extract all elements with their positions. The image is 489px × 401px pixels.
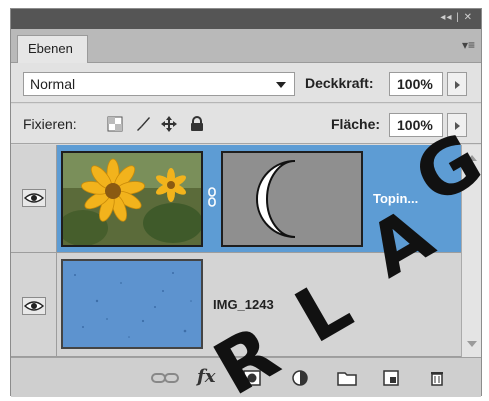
opacity-label: Deckkraft:	[305, 75, 374, 91]
lock-row: Fixieren: Fläche: 100%	[11, 104, 481, 144]
lock-position-icon[interactable]	[161, 116, 177, 132]
visibility-toggle[interactable]	[22, 297, 46, 315]
lock-image-pixels-icon[interactable]	[135, 116, 151, 132]
lock-label: Fixieren:	[23, 116, 77, 132]
scroll-down-icon[interactable]	[467, 341, 477, 347]
eye-icon	[23, 193, 45, 203]
opacity-input[interactable]: 100%	[389, 72, 443, 96]
visibility-cell	[11, 145, 57, 252]
titlebar-controls[interactable]: ◂◂ | ✕	[440, 12, 473, 23]
tab-ebenen[interactable]: Ebenen	[17, 35, 88, 63]
adjustment-icon[interactable]	[291, 370, 309, 386]
link-chain-icon[interactable]	[206, 187, 218, 207]
folder-icon[interactable]	[337, 370, 357, 386]
panel-menu-icon[interactable]: ▾≡	[462, 38, 475, 52]
blend-row: Normal Deckkraft: 100%	[11, 63, 481, 103]
eye-icon	[23, 301, 45, 311]
crescent-mask-image	[256, 160, 296, 238]
opacity-dropdown-button[interactable]	[447, 72, 467, 96]
blend-mode-select[interactable]: Normal	[23, 72, 295, 96]
link-icon[interactable]	[151, 370, 179, 386]
lock-all-icon[interactable]	[189, 116, 205, 132]
blend-mode-value: Normal	[30, 76, 76, 92]
chevron-down-icon	[276, 82, 286, 88]
new-layer-icon[interactable]	[383, 370, 399, 386]
fx-icon[interactable]: fx	[197, 366, 215, 387]
blue-texture-image	[63, 261, 201, 347]
layer-thumbnail-sunflower[interactable]	[61, 151, 203, 247]
visibility-toggle[interactable]	[22, 189, 46, 207]
fill-label: Fläche:	[331, 116, 381, 132]
sunflower-image	[63, 153, 201, 245]
trash-icon[interactable]	[429, 370, 445, 386]
layer-mask-thumbnail[interactable]	[221, 151, 363, 247]
visibility-cell	[11, 253, 57, 356]
layer-thumbnail-blue-texture[interactable]	[61, 259, 203, 349]
lock-transparent-pixels-icon[interactable]	[107, 116, 123, 132]
layer-name[interactable]: IMG_1243	[213, 297, 274, 312]
tab-strip: Ebenen ▾≡	[11, 29, 481, 63]
panel-titlebar: ◂◂ | ✕	[11, 9, 481, 29]
